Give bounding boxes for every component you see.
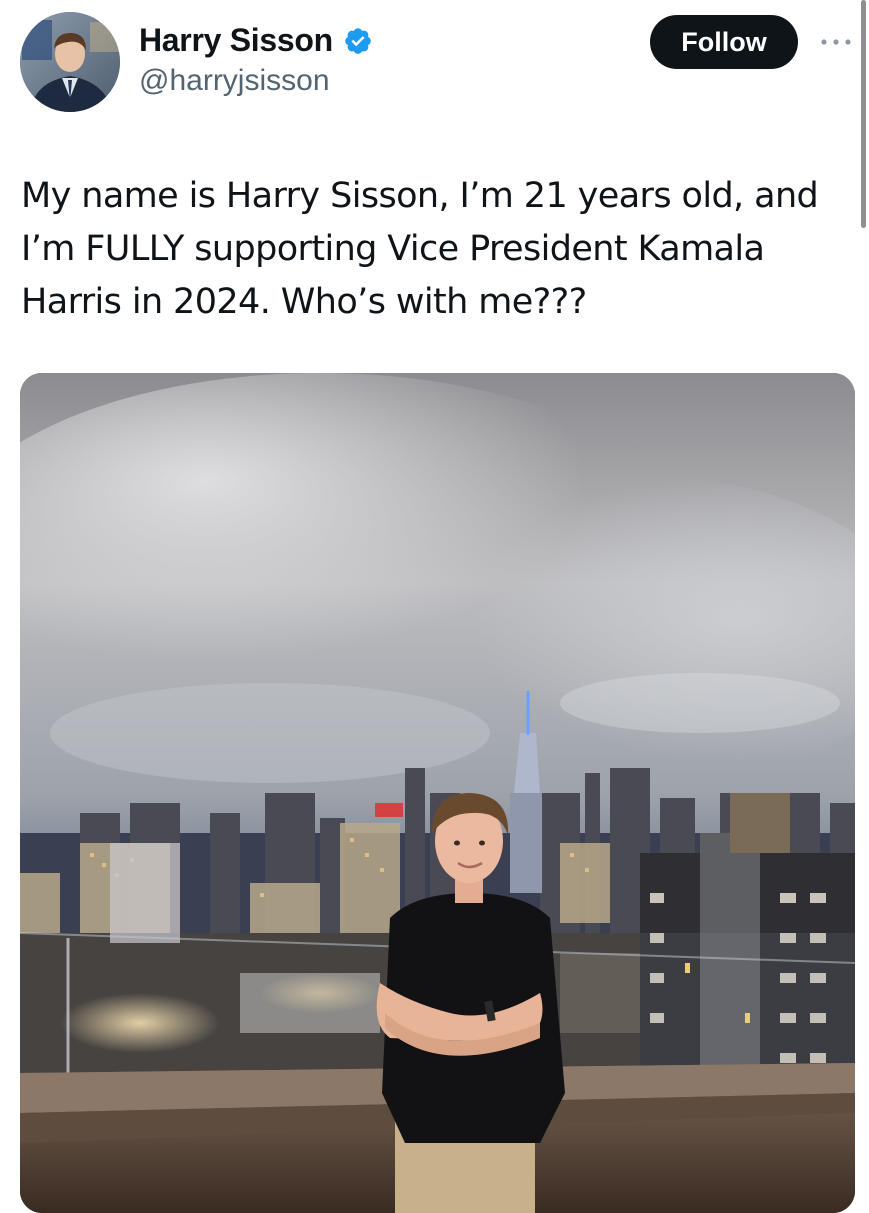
tweet-header: Harry Sisson @harryjsisson Follow	[0, 0, 869, 130]
ellipsis-icon	[821, 39, 851, 45]
author-name-row: Harry Sisson	[139, 22, 373, 59]
more-options-button[interactable]	[816, 24, 856, 60]
author-handle[interactable]: @harryjsisson	[139, 64, 330, 98]
avatar-photo	[20, 12, 120, 112]
tweet-text: My name is Harry Sisson, I’m 21 years ol…	[21, 176, 819, 322]
follow-button[interactable]: Follow	[650, 15, 798, 69]
avatar[interactable]	[20, 12, 120, 112]
tweet-photo[interactable]	[20, 373, 855, 1213]
verified-badge-icon	[343, 26, 373, 56]
author-display-name[interactable]: Harry Sisson	[139, 22, 333, 59]
skyline-photo	[20, 373, 855, 1213]
